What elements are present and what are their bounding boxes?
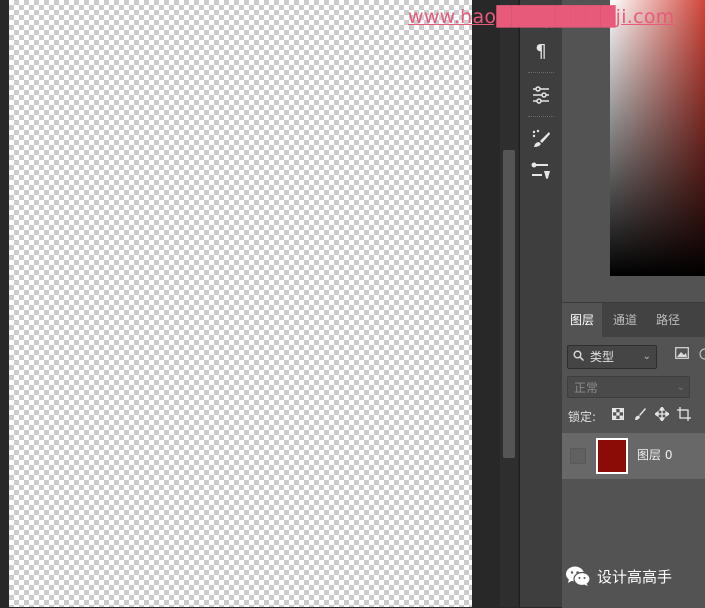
- tab-channels[interactable]: 通道: [605, 303, 645, 337]
- pixel-layer-filter-icon[interactable]: [675, 347, 691, 365]
- adjustments-icon[interactable]: [525, 80, 557, 110]
- layer-row[interactable]: 图层 0: [562, 433, 705, 479]
- wechat-badge-text: 设计高高手: [597, 567, 673, 586]
- chevron-down-icon: ⌄: [642, 351, 651, 362]
- tab-paths[interactable]: 路径: [648, 303, 688, 337]
- lock-controls: 锁定:: [568, 405, 705, 428]
- blend-mode-value: 正常: [574, 381, 599, 395]
- blend-mode-select[interactable]: 正常 ⌄: [567, 376, 690, 398]
- layer-filter-label: 类型: [590, 350, 615, 364]
- lock-transparent-pixels-icon[interactable]: [610, 407, 626, 427]
- lock-label: 锁定:: [568, 410, 597, 424]
- lock-position-icon[interactable]: [653, 405, 671, 428]
- paragraph-panel-icon[interactable]: ¶: [525, 36, 557, 66]
- lock-image-pixels-icon[interactable]: [632, 407, 648, 428]
- search-icon: [573, 346, 585, 368]
- document-canvas-area: [0, 0, 519, 607]
- adjustment-layer-filter-icon[interactable]: [698, 347, 705, 365]
- brush-settings-icon[interactable]: [525, 124, 557, 154]
- tool-presets-icon[interactable]: [525, 156, 557, 186]
- lock-artboard-icon[interactable]: [676, 407, 692, 428]
- transparent-canvas[interactable]: [9, 0, 472, 607]
- strip-separator: [528, 72, 554, 76]
- chevron-down-icon: ⌄: [676, 382, 685, 393]
- paragraph-panel-glyph: ¶: [535, 40, 547, 62]
- scrollbar-thumb[interactable]: [503, 150, 515, 458]
- vertical-scrollbar[interactable]: [500, 0, 518, 607]
- wechat-icon: [565, 565, 591, 587]
- watermark-url: www.hao████████ji.com: [408, 6, 675, 28]
- panel-icon-strip: A| ¶: [519, 0, 562, 607]
- layer-thumbnail: [596, 438, 628, 474]
- color-picker-field[interactable]: [610, 0, 705, 276]
- layer-filter-select[interactable]: 类型 ⌄: [567, 345, 657, 369]
- strip-separator: [528, 116, 554, 120]
- layers-panel-tabs: 图层 通道 路径: [562, 303, 705, 337]
- layer-visibility-toggle[interactable]: [570, 448, 586, 464]
- tab-layers[interactable]: 图层: [562, 303, 603, 337]
- wechat-badge: 设计高高手: [565, 563, 672, 589]
- layer-name: 图层 0: [637, 448, 673, 462]
- layer-thumbnail-fill: [598, 440, 626, 472]
